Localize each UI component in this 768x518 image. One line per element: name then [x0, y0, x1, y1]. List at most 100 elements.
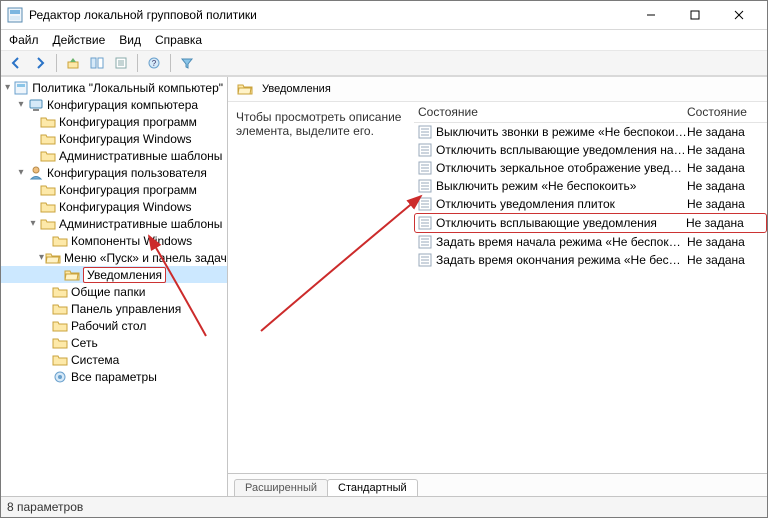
folder-icon — [40, 114, 56, 130]
tree-user-config[interactable]: ▾ Конфигурация пользователя — [1, 164, 227, 181]
menu-action[interactable]: Действие — [53, 33, 106, 47]
titlebar: Редактор локальной групповой политики — [1, 1, 767, 30]
show-hide-tree-button[interactable] — [86, 52, 108, 74]
content-header: Уведомления — [228, 77, 767, 102]
setting-name: Отключить уведомления плиток — [436, 197, 687, 211]
setting-icon — [418, 216, 432, 230]
statusbar: 8 параметров — [1, 496, 767, 517]
folder-icon — [52, 301, 68, 317]
tree-item[interactable]: Общие папки — [1, 283, 227, 300]
filter-button[interactable] — [176, 52, 198, 74]
twisty-icon[interactable]: ▾ — [39, 252, 44, 263]
menu-view[interactable]: Вид — [119, 33, 141, 47]
twisty-icon[interactable]: ▾ — [27, 218, 39, 229]
window-title: Редактор локальной групповой политики — [29, 8, 629, 22]
setting-state: Не задана — [686, 216, 766, 230]
setting-icon — [418, 235, 432, 249]
folder-open-icon — [45, 250, 61, 266]
menu-file[interactable]: Файл — [9, 33, 39, 47]
close-button[interactable] — [717, 1, 761, 29]
tree-computer-config[interactable]: ▾ Конфигурация компьютера — [1, 96, 227, 113]
tree-pane[interactable]: ▾ Политика "Локальный компьютер" ▾ Конфи… — [1, 77, 228, 496]
folder-icon — [40, 182, 56, 198]
folder-open-icon — [237, 81, 253, 97]
toolbar: ? — [1, 51, 767, 76]
setting-state: Не задана — [687, 235, 767, 249]
folder-icon — [52, 335, 68, 351]
list-row[interactable]: Задать время окончания режима «Не беспок… — [414, 251, 767, 269]
list-row[interactable]: Отключить всплывающие уведомленияНе зада… — [414, 213, 767, 233]
setting-icon — [418, 197, 432, 211]
tree-item[interactable]: Конфигурация программ — [1, 181, 227, 198]
app-icon — [7, 7, 23, 23]
folder-icon — [52, 284, 68, 300]
folder-icon — [52, 233, 68, 249]
setting-name: Отключить зеркальное отображение уведомл… — [436, 161, 687, 175]
setting-name: Отключить всплывающие уведомления на экр… — [436, 143, 687, 157]
tree-item[interactable]: Сеть — [1, 334, 227, 351]
list-row[interactable]: Выключить режим «Не беспокоить»Не задана — [414, 177, 767, 195]
settings-list[interactable]: Состояние Состояние Выключить звонки в р… — [414, 102, 767, 473]
setting-icon — [418, 253, 432, 267]
content-title: Уведомления — [262, 83, 331, 95]
setting-name: Выключить звонки в режиме «Не беспокоить… — [436, 125, 687, 139]
user-icon — [28, 165, 44, 181]
tree-item[interactable]: Система — [1, 351, 227, 368]
setting-icon — [418, 125, 432, 139]
view-tabs: Расширенный Стандартный — [228, 473, 767, 496]
back-button[interactable] — [5, 52, 27, 74]
tree-item[interactable]: Панель управления — [1, 300, 227, 317]
list-row[interactable]: Отключить зеркальное отображение уведомл… — [414, 159, 767, 177]
twisty-icon[interactable]: ▾ — [15, 99, 27, 110]
setting-state: Не задана — [687, 161, 767, 175]
setting-name: Задать время окончания режима «Не беспок… — [436, 253, 687, 267]
tab-standard[interactable]: Стандартный — [327, 479, 418, 496]
tree-root[interactable]: ▾ Политика "Локальный компьютер" — [1, 79, 227, 96]
properties-button[interactable] — [110, 52, 132, 74]
tree-start-menu[interactable]: ▾ Меню «Пуск» и панель задач — [1, 249, 227, 266]
folder-open-icon — [64, 267, 80, 283]
folder-icon — [40, 148, 56, 164]
tree-item[interactable]: Компоненты Windows — [1, 232, 227, 249]
twisty-icon[interactable]: ▾ — [15, 167, 27, 178]
column-state[interactable]: Состояние — [687, 105, 767, 119]
folder-icon — [40, 216, 56, 232]
column-name[interactable]: Состояние — [418, 105, 687, 119]
setting-state: Не задана — [687, 197, 767, 211]
svg-text:?: ? — [152, 59, 157, 68]
setting-name: Задать время начала режима «Не беспокоит… — [436, 235, 687, 249]
list-row[interactable]: Отключить всплывающие уведомления на экр… — [414, 141, 767, 159]
list-row[interactable]: Отключить уведомления плитокНе задана — [414, 195, 767, 213]
list-row[interactable]: Задать время начала режима «Не беспокоит… — [414, 233, 767, 251]
tree-item[interactable]: Конфигурация Windows — [1, 130, 227, 147]
tree-item[interactable]: Административные шаблоны — [1, 147, 227, 164]
tree-item[interactable]: Конфигурация Windows — [1, 198, 227, 215]
forward-button[interactable] — [29, 52, 51, 74]
menubar: Файл Действие Вид Справка — [1, 30, 767, 51]
tree-item[interactable]: Конфигурация программ — [1, 113, 227, 130]
setting-icon — [418, 179, 432, 193]
description-text: Чтобы просмотреть описание элемента, выд… — [228, 102, 414, 473]
list-row[interactable]: Выключить звонки в режиме «Не беспокоить… — [414, 123, 767, 141]
setting-name: Отключить всплывающие уведомления — [436, 216, 686, 230]
folder-icon — [40, 131, 56, 147]
list-header[interactable]: Состояние Состояние — [414, 102, 767, 123]
maximize-button[interactable] — [673, 1, 717, 29]
setting-state: Не задана — [687, 179, 767, 193]
minimize-button[interactable] — [629, 1, 673, 29]
twisty-icon[interactable]: ▾ — [3, 82, 12, 93]
computer-icon — [28, 97, 44, 113]
tab-extended[interactable]: Расширенный — [234, 479, 328, 496]
setting-name: Выключить режим «Не беспокоить» — [436, 179, 687, 193]
menu-help[interactable]: Справка — [155, 33, 202, 47]
up-button[interactable] — [62, 52, 84, 74]
tree-item[interactable]: Рабочий стол — [1, 317, 227, 334]
help-toolbar-button[interactable]: ? — [143, 52, 165, 74]
folder-icon — [40, 199, 56, 215]
setting-state: Не задана — [687, 125, 767, 139]
tree-admin-templates[interactable]: ▾ Административные шаблоны — [1, 215, 227, 232]
setting-state: Не задана — [687, 253, 767, 267]
folder-icon — [52, 318, 68, 334]
tree-all-settings[interactable]: Все параметры — [1, 368, 227, 385]
tree-notifications[interactable]: Уведомления — [1, 266, 227, 283]
